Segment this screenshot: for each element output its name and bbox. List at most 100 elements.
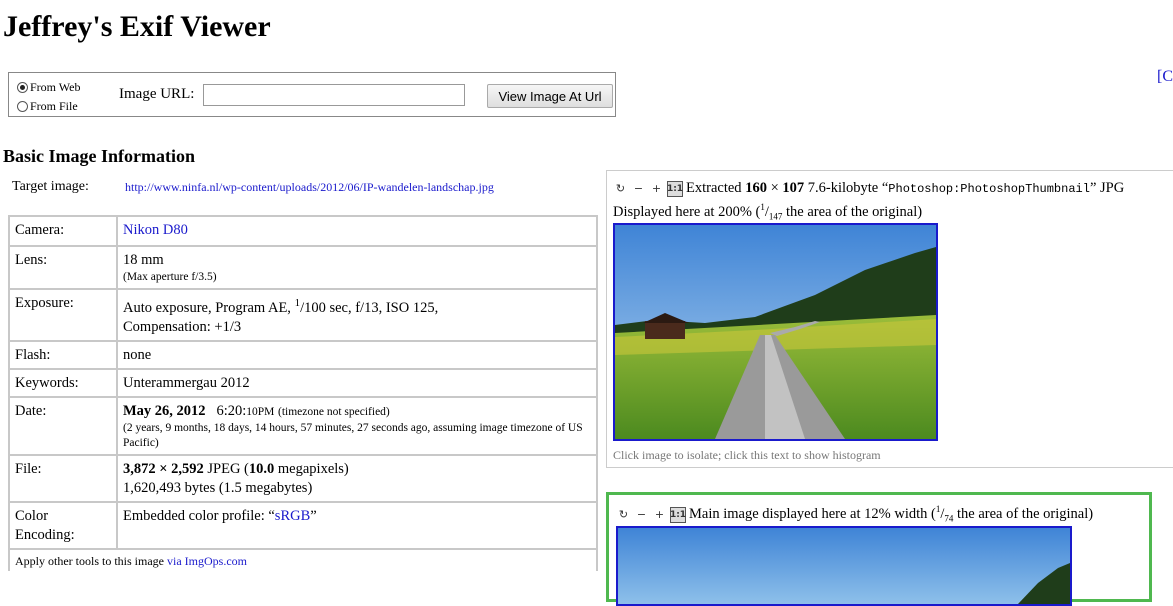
display-num: 1 (760, 202, 765, 212)
main-image-tools: ↻ − + 1:1 (616, 506, 686, 523)
file-label: File: (8, 453, 118, 503)
keywords-value: Unterammergau 2012 (116, 367, 598, 398)
main-den: 74 (944, 513, 954, 524)
thumbnail-panel: ↻ − + 1:1 Extracted 160 × 107 7.6-kiloby… (606, 170, 1173, 468)
color-pre: Embedded color profile: “ (123, 507, 275, 524)
main-image-info: ↻ − + 1:1 Main image displayed here at 1… (616, 504, 1093, 524)
thumb-source: Photoshop:PhotoshopThumbnail (888, 182, 1090, 196)
display-post: the area of the original) (786, 203, 923, 220)
srgb-link[interactable]: sRGB (275, 508, 310, 524)
table-row-file: File: 3,872 × 2,592 JPEG (10.0 megapixel… (8, 453, 598, 503)
radio-from-file-label[interactable]: From File (30, 99, 78, 114)
lens-aperture: (Max aperture f/3.5) (123, 271, 217, 283)
time-small: 10PM (246, 405, 275, 418)
display-pre: Displayed here at 200% ( (613, 203, 761, 220)
image-url-input[interactable] (203, 84, 465, 106)
main-info-post: the area of the original) (957, 505, 1094, 522)
thumb-height: 107 (782, 180, 805, 196)
main-image[interactable] (616, 526, 1072, 606)
radio-from-web[interactable]: From Web (17, 80, 80, 95)
flash-label: Flash: (8, 339, 118, 370)
lens-focal: 18 mm (123, 252, 164, 268)
display-den: 147 (768, 211, 783, 222)
view-image-button[interactable]: View Image At Url (487, 84, 613, 108)
rotate-icon[interactable]: ↻ (616, 507, 631, 522)
landscape-main-image[interactable] (618, 528, 1070, 604)
extracted-label: Extracted (686, 180, 742, 196)
exposure-label: Exposure: (8, 288, 118, 342)
table-row-color: Color Encoding: Embedded color profile: … (8, 500, 598, 550)
basic-info-heading: Basic Image Information (3, 146, 195, 166)
zoom-out-icon[interactable]: − (634, 507, 649, 522)
radio-from-file[interactable]: From File (17, 99, 78, 114)
info-table: Camera: Nikon D80 Lens: 18 mm (Max apert… (8, 215, 598, 571)
target-image-label: Target image: (12, 179, 89, 194)
zoom-in-icon[interactable]: + (649, 181, 664, 196)
actual-size-icon[interactable]: 1:1 (667, 180, 683, 197)
table-row-keywords: Keywords: Unterammergau 2012 (8, 367, 598, 398)
corner-link[interactable]: [C (1157, 68, 1173, 86)
corner-link-text[interactable]: [C (1157, 68, 1173, 85)
lens-value: 18 mm (Max aperture f/3.5) (116, 245, 598, 290)
main-info-pre: Main image displayed here at 12% width ( (689, 505, 936, 522)
target-image-link[interactable]: http://www.ninfa.nl/wp-content/uploads/2… (125, 180, 494, 195)
table-row-exposure: Exposure: Auto exposure, Program AE, 1/1… (8, 288, 598, 342)
camera-label: Camera: (8, 215, 118, 247)
date-label: Date: (8, 395, 118, 456)
thumb-width: 160 (745, 180, 767, 196)
thumbnail-display-info: Displayed here at 200% (1/147 the area o… (613, 202, 923, 222)
table-row-lens: Lens: 18 mm (Max aperture f/3.5) (8, 245, 598, 290)
exposure-num: 1 (294, 297, 301, 309)
exposure-mode: Auto exposure, Program AE, (123, 299, 291, 316)
main-image-panel: ↻ − + 1:1 Main image displayed here at 1… (606, 492, 1152, 606)
radio-from-file-button[interactable] (17, 101, 28, 112)
file-mp: 10.0 (248, 460, 275, 477)
zoom-in-icon[interactable]: + (652, 507, 667, 522)
exposure-compensation: Compensation: +1/3 (123, 318, 242, 335)
url-form: From Web From File Image URL: View Image… (8, 72, 616, 117)
table-row-date: Date: May 26, 2012 6:20:10PM (timezone n… (8, 395, 598, 456)
thumb-post: ” JPG (1089, 180, 1125, 196)
thumbnail-image[interactable] (613, 223, 938, 441)
imgops-text: Apply other tools to this image (15, 553, 164, 568)
radio-from-web-button[interactable] (17, 82, 28, 93)
date-value: May 26, 2012 6:20:10PM (timezone not spe… (116, 395, 598, 456)
main-num: 1 (935, 504, 941, 514)
zoom-out-icon[interactable]: − (631, 181, 646, 196)
table-row-flash: Flash: none (8, 339, 598, 370)
timezone-note: (timezone not specified) (278, 405, 390, 418)
color-label: Color Encoding: (8, 500, 118, 550)
thumbnail-tools: ↻ − + 1:1 (613, 180, 683, 197)
thumb-times: × (770, 180, 779, 196)
file-dims: 3,872 × 2,592 (123, 460, 204, 477)
rotate-icon[interactable]: ↻ (613, 181, 628, 196)
page-title: Jeffrey's Exif Viewer (3, 10, 271, 43)
date-text: May 26, 2012 (123, 402, 206, 419)
radio-from-web-label[interactable]: From Web (30, 80, 80, 95)
thumb-size: 7.6-kilobyte “ (807, 180, 889, 196)
lens-label: Lens: (8, 245, 118, 290)
exposure-value: Auto exposure, Program AE, 1/100 sec, f/… (116, 288, 598, 342)
actual-size-icon[interactable]: 1:1 (670, 506, 686, 523)
file-value: 3,872 × 2,592 JPEG (10.0 megapixels) 1,6… (116, 453, 598, 503)
camera-link[interactable]: Nikon D80 (123, 222, 188, 238)
date-ago: (2 years, 9 months, 18 days, 14 hours, 5… (123, 421, 583, 449)
exposure-rest: 100 sec, f/13, ISO 125, (304, 299, 439, 316)
imgops-footer: Apply other tools to this image via ImgO… (8, 547, 598, 571)
color-post: ” (310, 507, 317, 524)
thumbnail-info: ↻ − + 1:1 Extracted 160 × 107 7.6-kiloby… (613, 180, 1124, 197)
table-row-camera: Camera: Nikon D80 (8, 215, 598, 247)
time-text: 6:20: (216, 402, 247, 419)
keywords-label: Keywords: (8, 367, 118, 398)
landscape-thumbnail[interactable] (615, 225, 936, 439)
camera-value: Nikon D80 (116, 215, 598, 247)
flash-value: none (116, 339, 598, 370)
imgops-link[interactable]: via ImgOps.com (167, 554, 247, 568)
image-url-label: Image URL: (119, 86, 195, 102)
color-value: Embedded color profile: “sRGB” (116, 500, 598, 550)
file-bytes: 1,620,493 bytes (1.5 megabytes) (123, 479, 313, 496)
table-row-footer: Apply other tools to this image via ImgO… (8, 547, 598, 571)
thumbnail-caption[interactable]: Click image to isolate; click this text … (613, 448, 881, 463)
file-mp-tail: megapixels) (277, 460, 349, 477)
file-format: JPEG ( (207, 460, 249, 477)
